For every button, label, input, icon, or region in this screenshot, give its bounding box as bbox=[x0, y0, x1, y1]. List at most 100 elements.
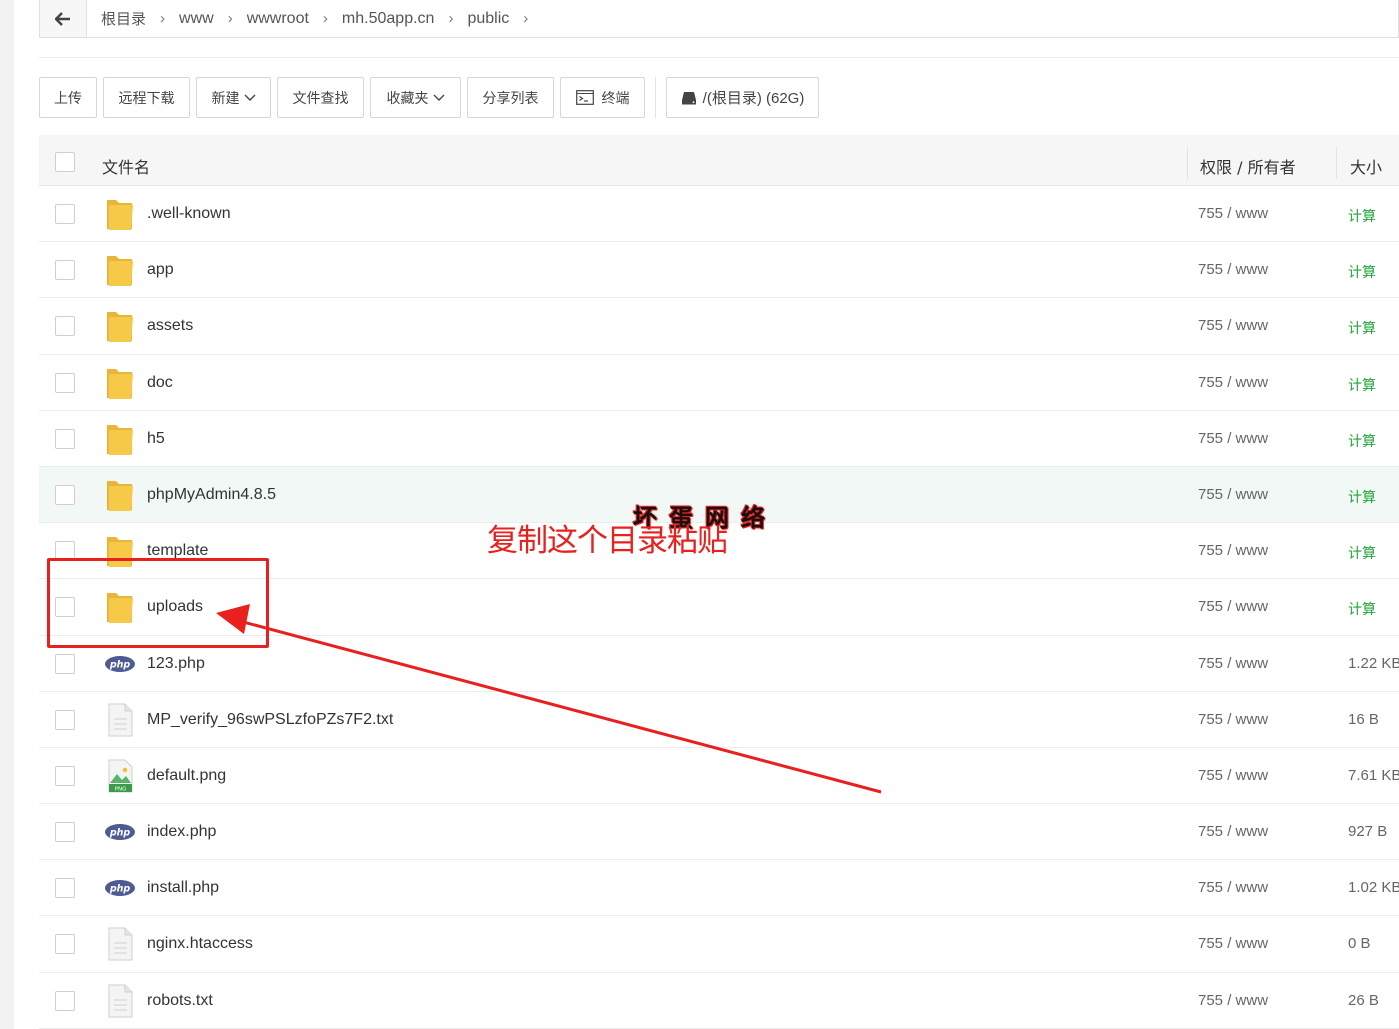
remote-download-button[interactable]: 远程下载 bbox=[103, 77, 190, 118]
calculate-size-link[interactable]: 计算 bbox=[1348, 431, 1376, 451]
new-dropdown-button[interactable]: 新建 bbox=[196, 77, 271, 118]
row-checkbox[interactable] bbox=[55, 204, 75, 224]
row-checkbox[interactable] bbox=[55, 372, 75, 393]
file-permission[interactable]: 755 / www bbox=[1198, 935, 1268, 952]
table-row[interactable]: MP_verify_96swPSLzfoPZs7F2.txt 755 / www 1… bbox=[39, 692, 1399, 748]
file-permission[interactable]: 755 / www bbox=[1198, 261, 1268, 278]
table-row[interactable]: h5 755 / www 计算 bbox=[39, 411, 1399, 467]
chevron-down-icon bbox=[433, 94, 444, 101]
calculate-size-link[interactable]: 计算 bbox=[1348, 599, 1376, 619]
php-file-icon: php bbox=[105, 871, 135, 905]
breadcrumb-item[interactable]: www bbox=[173, 10, 220, 28]
toolbar-divider bbox=[655, 77, 656, 118]
select-all-checkbox[interactable] bbox=[55, 152, 75, 172]
row-checkbox[interactable] bbox=[55, 597, 75, 618]
row-checkbox[interactable] bbox=[55, 822, 75, 843]
table-row[interactable]: nginx.htaccess 755 / www 0 B bbox=[39, 916, 1399, 973]
file-name[interactable]: template bbox=[147, 542, 208, 560]
divider bbox=[39, 57, 1399, 58]
breadcrumb-item[interactable]: 根目录 bbox=[95, 8, 152, 29]
file-size: 26 B bbox=[1348, 991, 1379, 1009]
disk-button[interactable]: /(根目录) (62G) bbox=[666, 77, 819, 118]
table-row[interactable]: PNG default.png 755 / www 7.61 KB bbox=[39, 748, 1399, 805]
row-checkbox[interactable] bbox=[55, 709, 75, 730]
row-checkbox[interactable] bbox=[55, 765, 75, 786]
table-row[interactable]: php 123.php 755 / www 1.22 KB bbox=[39, 636, 1399, 692]
file-name[interactable]: nginx.htaccess bbox=[147, 935, 253, 953]
file-permission[interactable]: 755 / www bbox=[1198, 711, 1268, 728]
arrow-left-icon bbox=[55, 11, 70, 26]
row-checkbox[interactable] bbox=[55, 653, 75, 674]
chevron-right-icon: › bbox=[160, 10, 166, 27]
row-checkbox[interactable] bbox=[55, 934, 75, 955]
file-permission[interactable]: 755 / www bbox=[1198, 430, 1268, 447]
file-permission[interactable]: 755 / www bbox=[1198, 205, 1268, 222]
row-checkbox[interactable] bbox=[55, 990, 75, 1011]
upload-button[interactable]: 上传 bbox=[39, 77, 97, 118]
calculate-size-link[interactable]: 计算 bbox=[1348, 543, 1376, 563]
back-button[interactable] bbox=[40, 0, 87, 37]
breadcrumb-item[interactable]: public bbox=[461, 10, 515, 28]
table-row[interactable]: php index.php 755 / www 927 B bbox=[39, 804, 1399, 861]
breadcrumb-item[interactable]: wwwroot bbox=[241, 10, 315, 28]
file-name[interactable]: robots.txt bbox=[147, 992, 213, 1010]
table-row[interactable]: php install.php 755 / www 1.02 KB bbox=[39, 860, 1399, 917]
chevron-right-icon: › bbox=[448, 10, 454, 27]
file-name[interactable]: h5 bbox=[147, 430, 165, 448]
file-permission[interactable]: 755 / www bbox=[1198, 823, 1268, 840]
header-permission[interactable]: 权限 / 所有者 bbox=[1200, 154, 1296, 178]
file-name[interactable]: app bbox=[147, 261, 174, 279]
table-row[interactable]: assets 755 / www 计算 bbox=[39, 298, 1399, 355]
text-file-icon bbox=[105, 703, 135, 737]
file-name[interactable]: assets bbox=[147, 317, 193, 335]
calculate-size-link[interactable]: 计算 bbox=[1348, 487, 1376, 507]
file-permission[interactable]: 755 / www bbox=[1198, 317, 1268, 334]
file-name[interactable]: default.png bbox=[147, 767, 226, 785]
file-permission[interactable]: 755 / www bbox=[1198, 486, 1268, 503]
file-permission[interactable]: 755 / www bbox=[1198, 992, 1268, 1009]
file-name[interactable]: index.php bbox=[147, 823, 216, 841]
file-permission[interactable]: 755 / www bbox=[1198, 879, 1268, 896]
left-panel-edge bbox=[0, 0, 14, 1029]
file-name[interactable]: MP_verify_96swPSLzfoPZs7F2.txt bbox=[147, 711, 393, 729]
chevron-down-icon bbox=[244, 94, 255, 101]
folder-icon bbox=[105, 253, 135, 287]
table-row[interactable]: doc 755 / www 计算 bbox=[39, 355, 1399, 411]
calculate-size-link[interactable]: 计算 bbox=[1348, 318, 1376, 338]
terminal-button[interactable]: 终端 bbox=[560, 77, 645, 118]
row-checkbox[interactable] bbox=[55, 878, 75, 899]
breadcrumb-item[interactable]: mh.50app.cn bbox=[336, 10, 441, 28]
header-filename[interactable]: 文件名 bbox=[102, 154, 150, 178]
hard-drive-icon bbox=[681, 91, 696, 104]
file-name[interactable]: install.php bbox=[147, 879, 219, 897]
file-permission[interactable]: 755 / www bbox=[1198, 598, 1268, 615]
file-name[interactable]: phpMyAdmin4.8.5 bbox=[147, 486, 276, 504]
header-size[interactable]: 大小 bbox=[1350, 154, 1382, 178]
calculate-size-link[interactable]: 计算 bbox=[1348, 262, 1376, 282]
row-checkbox[interactable] bbox=[55, 260, 75, 281]
file-size: 16 B bbox=[1348, 710, 1379, 728]
table-row[interactable]: .well-known 755 / www 计算 bbox=[39, 186, 1399, 243]
file-name[interactable]: doc bbox=[147, 374, 173, 392]
file-permission[interactable]: 755 / www bbox=[1198, 374, 1268, 391]
table-row[interactable]: uploads 755 / www 计算 bbox=[39, 579, 1399, 636]
file-name[interactable]: .well-known bbox=[147, 205, 231, 223]
row-checkbox[interactable] bbox=[55, 428, 75, 449]
favorites-dropdown-button[interactable]: 收藏夹 bbox=[370, 77, 461, 118]
file-permission[interactable]: 755 / www bbox=[1198, 542, 1268, 559]
file-name[interactable]: uploads bbox=[147, 598, 203, 616]
row-checkbox[interactable] bbox=[55, 541, 75, 562]
share-list-button[interactable]: 分享列表 bbox=[467, 77, 554, 118]
calculate-size-link[interactable]: 计算 bbox=[1348, 206, 1376, 226]
row-checkbox[interactable] bbox=[55, 316, 75, 337]
file-search-button[interactable]: 文件查找 bbox=[277, 77, 364, 118]
favorites-label: 收藏夹 bbox=[386, 90, 429, 107]
svg-text:php: php bbox=[109, 828, 131, 839]
file-name[interactable]: 123.php bbox=[147, 655, 205, 673]
table-row[interactable]: robots.txt 755 / www 26 B bbox=[39, 973, 1399, 1029]
table-row[interactable]: app 755 / www 计算 bbox=[39, 242, 1399, 299]
file-permission[interactable]: 755 / www bbox=[1198, 655, 1268, 672]
file-permission[interactable]: 755 / www bbox=[1198, 767, 1268, 784]
calculate-size-link[interactable]: 计算 bbox=[1348, 375, 1376, 395]
row-checkbox[interactable] bbox=[55, 484, 75, 505]
